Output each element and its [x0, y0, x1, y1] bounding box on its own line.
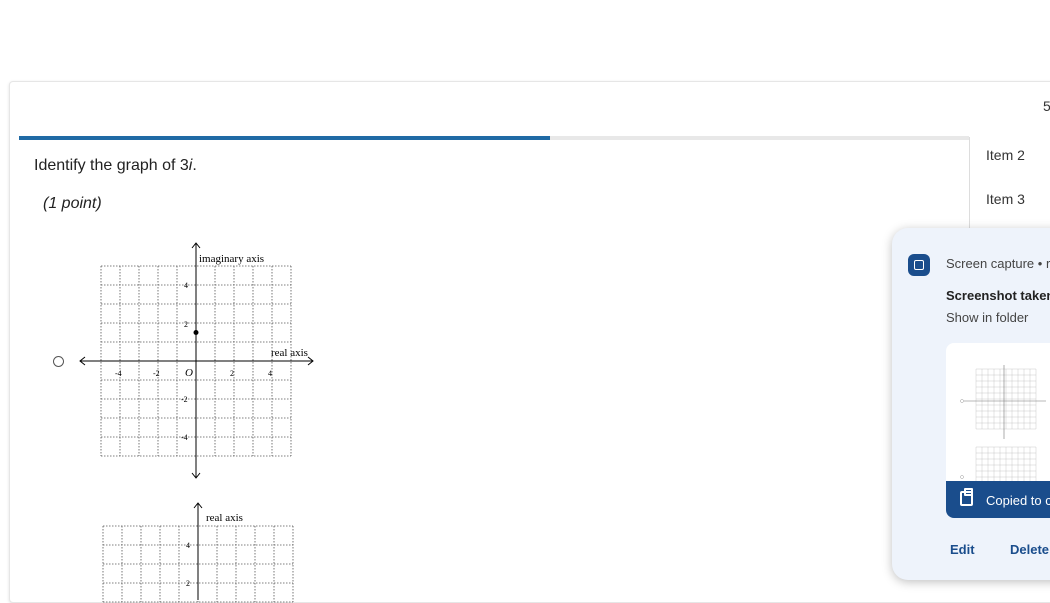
origin-label: O: [185, 367, 193, 379]
question-prompt: Identify the graph of 3i.: [34, 157, 197, 175]
answer-option-2-graph: real axis 4 2: [102, 502, 294, 603]
y-tick-label: 4: [186, 541, 190, 550]
nav-item-3[interactable]: Item 3: [986, 191, 1025, 207]
page-number: 5: [1043, 98, 1050, 114]
real-axis-label: real axis: [206, 512, 243, 524]
screenshot-thumbnail[interactable]: Copied to clipboard: [946, 343, 1050, 518]
prompt-suffix: .: [192, 157, 197, 174]
progress-bar: [19, 136, 969, 140]
x-tick-label: -2: [153, 369, 160, 378]
notification-source: Screen capture • r: [946, 256, 1050, 271]
imaginary-axis-label: imaginary axis: [199, 253, 264, 265]
thumbnail-grid: [975, 446, 1037, 484]
axes: [79, 242, 314, 479]
copied-label: Copied to clipboard: [986, 493, 1050, 508]
real-axis-label: real axis: [271, 347, 308, 359]
thumbnail-grid: [975, 368, 1037, 430]
screenshot-notification: Screen capture • r Screenshot taken Show…: [892, 228, 1050, 580]
progress-fill: [19, 136, 551, 140]
y-tick-label: 2: [184, 320, 188, 329]
prompt-prefix: Identify the graph of 3: [34, 157, 189, 174]
side-navigation: Item 2 Item 3: [969, 137, 1050, 229]
x-tick-label: 2: [230, 369, 234, 378]
x-tick-label: 4: [268, 369, 272, 378]
nav-item-2[interactable]: Item 2: [986, 147, 1025, 163]
notification-title: Screenshot taken: [946, 288, 1050, 303]
question-points: (1 point): [43, 195, 102, 212]
answer-option-1-radio[interactable]: [53, 356, 64, 367]
thumbnail-preview: [960, 365, 1046, 484]
x-tick-label: -4: [115, 369, 122, 378]
y-tick-label: 4: [184, 281, 188, 290]
answer-option-1-graph: imaginary axis real axis O -4 -2 2 4 4 2…: [79, 242, 314, 479]
clipboard-check-icon: [960, 488, 973, 506]
y-tick-label: 2: [186, 579, 190, 588]
plotted-point: [193, 330, 199, 335]
y-tick-label: -4: [181, 433, 188, 442]
y-tick-label: -2: [181, 395, 188, 404]
edit-button[interactable]: Edit: [950, 542, 975, 557]
delete-button[interactable]: Delete: [1010, 542, 1049, 557]
show-in-folder-link[interactable]: Show in folder: [946, 310, 1028, 325]
screen-capture-icon: [908, 254, 930, 276]
copied-banner: Copied to clipboard: [946, 481, 1050, 518]
